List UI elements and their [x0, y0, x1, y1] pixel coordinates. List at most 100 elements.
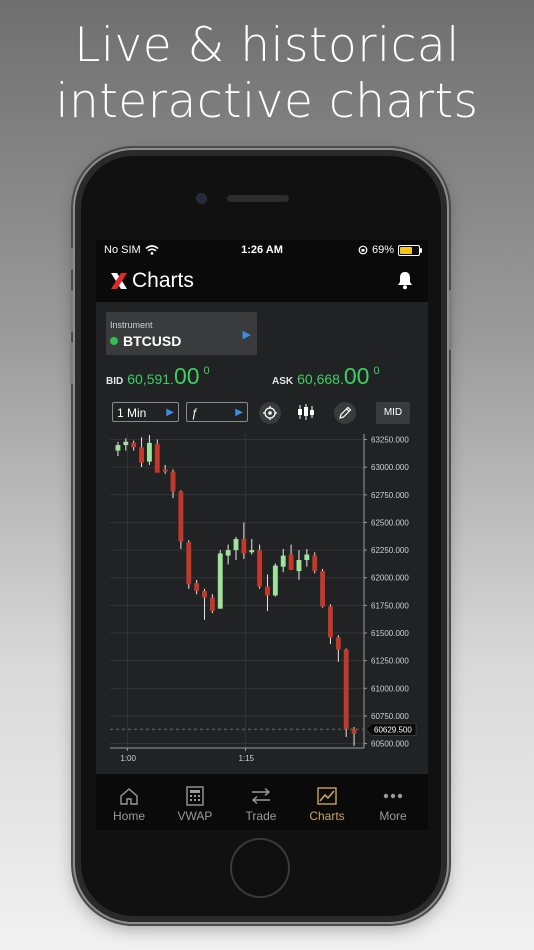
y-tick-label: 60750.000: [371, 712, 409, 721]
headline-line-2: interactive charts: [55, 74, 479, 129]
front-camera: [196, 193, 207, 204]
calculator-icon: [186, 786, 204, 806]
y-tick-label: 62250.000: [371, 546, 409, 555]
chart-type-button[interactable]: [297, 403, 315, 426]
ask-price-sup: 0: [373, 365, 380, 377]
nav-bar: Charts: [96, 260, 428, 302]
candle-body: [249, 550, 255, 553]
y-tick-label: 61500.000: [371, 629, 409, 638]
candle-body: [233, 539, 239, 551]
pencil-icon: [339, 406, 352, 419]
quotes-row: BID 60,591. 00 0 ASK 60,668. 00 0: [106, 363, 426, 392]
more-dots-icon: [383, 793, 403, 799]
headline-line-1: Live & historical: [74, 18, 460, 73]
candle-body: [328, 606, 333, 638]
y-tick-label: 62750.000: [371, 491, 409, 500]
nav-title-group: Charts: [110, 269, 194, 293]
tab-icon-wrap: [96, 785, 162, 807]
candle-body: [320, 571, 326, 607]
caret-right-icon: ▶: [166, 407, 174, 418]
instrument-selector[interactable]: Instrument BTCUSD ▶: [106, 312, 257, 355]
home-button[interactable]: [230, 838, 290, 898]
tab-label: VWAP: [177, 809, 213, 823]
tab-label: More: [379, 809, 407, 823]
power-button: [449, 290, 452, 350]
x-logo-icon: [111, 273, 127, 289]
candle-body: [170, 471, 176, 492]
candle-body: [154, 443, 160, 473]
volume-down-button: [70, 342, 73, 384]
status-right: 69%: [358, 244, 422, 256]
candle-body: [280, 555, 286, 567]
candle-body: [131, 442, 137, 448]
tab-icon-wrap: [360, 785, 426, 807]
instrument-label: Instrument: [110, 320, 153, 330]
candle-body: [217, 553, 223, 609]
chart-toolbar: 1 Min ▶ ƒ ▶ MID: [96, 402, 428, 426]
current-price-label: 60629.500: [374, 725, 412, 734]
candle-body: [257, 550, 263, 587]
home-icon: [120, 788, 138, 805]
bid-price-big: 00: [173, 363, 200, 389]
candle-body: [225, 550, 231, 556]
candle-body: [265, 586, 270, 596]
y-tick-label: 60500.000: [371, 740, 409, 749]
y-tick-label: 62500.000: [371, 518, 409, 527]
interval-value: 1 Min: [117, 406, 147, 420]
mute-switch: [70, 248, 73, 270]
tab-more[interactable]: More: [360, 774, 426, 830]
battery-icon: [398, 244, 422, 256]
candlestick-chart[interactable]: 63250.000 63000.000 62750.000 62500.000 6225…: [96, 428, 428, 768]
candle-body: [288, 554, 294, 570]
page-title: Charts: [132, 269, 194, 292]
ask-price-big: 00: [343, 363, 370, 389]
tab-trade[interactable]: Trade: [228, 774, 294, 830]
study-select[interactable]: ƒ ▶: [186, 402, 248, 422]
candle-body: [123, 441, 129, 446]
status-bar: No SIM 1:26 AM 69%: [96, 240, 428, 260]
caret-right-icon: ▶: [242, 329, 251, 341]
candle-body: [115, 445, 121, 451]
instrument-status-dot: [110, 337, 118, 345]
candle-body: [272, 565, 278, 596]
bell-icon[interactable]: [396, 270, 414, 290]
tab-icon-wrap: [294, 785, 360, 807]
y-tick-label: 61250.000: [371, 657, 409, 666]
tab-vwap[interactable]: VWAP: [162, 774, 228, 830]
y-tick-label: 61000.000: [371, 684, 409, 693]
candle-body: [186, 542, 192, 585]
interval-select[interactable]: 1 Min ▶: [112, 402, 179, 422]
instrument-symbol: BTCUSD: [123, 333, 182, 349]
candle-body: [194, 583, 200, 591]
battery-percent: 69%: [371, 244, 394, 256]
candle-body: [241, 539, 247, 554]
bid-quote: BID 60,591. 00 0: [106, 363, 210, 390]
candle-body: [162, 469, 168, 472]
candle-body: [312, 555, 318, 572]
tab-label: Trade: [245, 809, 277, 823]
y-tick-label: 63250.000: [371, 436, 409, 445]
x-tick-label: 1:15: [238, 754, 254, 763]
tab-home[interactable]: Home: [96, 774, 162, 830]
candle-body: [296, 560, 302, 572]
candlestick-icon: [298, 404, 314, 420]
ask-label: ASK: [272, 376, 294, 387]
price-mode-button[interactable]: MID: [376, 402, 410, 424]
ask-quote: ASK 60,668. 00 0: [272, 363, 380, 390]
swap-arrows-icon: [251, 787, 271, 805]
candle-body: [343, 649, 349, 730]
tab-charts[interactable]: Charts: [294, 774, 360, 830]
tab-bar: Home VWAP Trade Charts More: [96, 773, 428, 830]
app-screen: No SIM 1:26 AM 69% Charts Instrument BTC…: [96, 240, 428, 830]
volume-up-button: [70, 290, 73, 332]
bid-price-sup: 0: [203, 365, 210, 377]
candle-body: [304, 554, 310, 561]
candle-body: [146, 442, 152, 462]
tab-label: Charts: [309, 809, 345, 823]
x-tick-label: 1:00: [120, 754, 136, 763]
candle-body: [335, 637, 341, 650]
draw-button[interactable]: [334, 402, 356, 424]
crosshair-button[interactable]: [259, 402, 281, 424]
battery-fill: [400, 246, 413, 254]
candle-body: [178, 491, 184, 542]
